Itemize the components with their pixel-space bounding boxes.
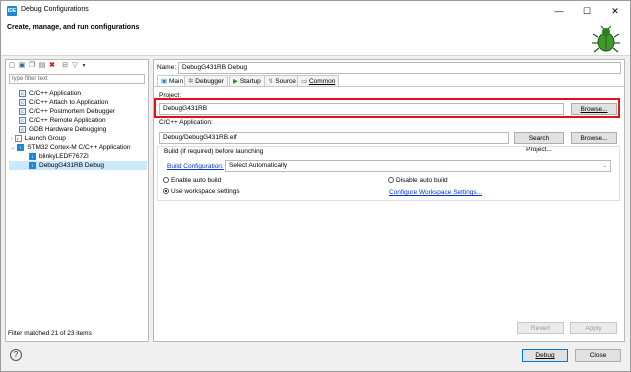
revert-button[interactable]: Revert <box>517 322 564 334</box>
minimize-button[interactable]: — <box>547 2 571 20</box>
close-window-button[interactable]: ✕ <box>603 2 627 20</box>
common-tab-icon: ▭ <box>301 78 308 85</box>
c-config-icon: C <box>19 125 26 133</box>
new-config-icon[interactable]: ▢ <box>8 62 16 70</box>
filter-status: Filter matched 21 of 23 items <box>8 330 92 337</box>
tree-item-label: C/C++ Postmortem Debugger <box>29 108 115 115</box>
name-label: Name: <box>157 64 177 71</box>
apply-button[interactable]: Apply <box>570 322 617 334</box>
tree-item-c-postmortem[interactable]: C C/C++ Postmortem Debugger <box>9 107 147 116</box>
c-config-icon: C <box>19 116 26 124</box>
tab-label: Common <box>308 78 336 85</box>
button-label: Apply <box>585 325 602 332</box>
debug-bug-icon <box>592 25 620 53</box>
radio-label: Disable auto build <box>396 177 448 184</box>
tab-label: Source <box>275 78 296 85</box>
dialog-header: Create, manage, and run configurations <box>1 20 630 56</box>
build-configuration-link[interactable]: Build Configuration: <box>167 163 224 170</box>
tab-divider <box>154 86 624 87</box>
disable-auto-build-option[interactable]: Disable auto build <box>388 177 448 184</box>
tree-item-debugg431rb[interactable]: I DebugG431RB Debug <box>9 161 147 170</box>
configure-workspace-link[interactable]: Configure Workspace Settings... <box>389 189 482 196</box>
use-workspace-option[interactable]: Use workspace settings <box>163 188 240 195</box>
application-field[interactable]: Debug/DebugG431RB.elf <box>159 132 509 144</box>
disable-auto-build-radio[interactable] <box>388 177 394 184</box>
radio-label: Use workspace settings <box>171 188 240 195</box>
tree-item-label: DebugG431RB Debug <box>39 162 105 169</box>
application-label: C/C++ Application: <box>159 119 213 126</box>
use-workspace-radio[interactable] <box>163 188 169 195</box>
chevron-down-icon[interactable]: ⌄ <box>11 145 15 151</box>
c-config-icon: C <box>19 89 26 97</box>
startup-tab-icon: ▶ <box>233 78 238 85</box>
config-tree: C C/C++ Application C C/C++ Attach to Appl… <box>9 89 147 170</box>
c-config-icon: C <box>19 98 26 106</box>
name-field[interactable]: DebugG431RB Debug <box>178 62 621 74</box>
tab-main[interactable]: ▣ Main <box>157 75 188 86</box>
application-browse-button[interactable]: Browse... <box>571 132 617 144</box>
maximize-button[interactable]: ☐ <box>575 2 599 20</box>
tab-label: Main <box>168 78 184 85</box>
build-group-label: Build (if required) before launching <box>164 148 264 155</box>
tree-item-blinky[interactable]: IblinkyLEDF767ZI <box>9 152 147 161</box>
debug-button[interactable]: Debug <box>522 349 568 362</box>
tab-startup[interactable]: ▶ Startup <box>229 75 265 86</box>
launch-group-icon: ▸ <box>14 134 22 142</box>
filter-icon[interactable]: ▽ <box>71 62 79 70</box>
app-icon: IDE <box>7 6 17 16</box>
new-prototype-icon[interactable]: ▣ <box>18 62 26 70</box>
dialog-heading: Create, manage, and run configurations <box>7 24 140 31</box>
tree-item-gdb-hardware[interactable]: C GDB Hardware Debugging <box>9 125 147 134</box>
tree-item-c-attach[interactable]: C C/C++ Attach to Application <box>9 98 147 107</box>
tab-label: Startup <box>239 78 261 85</box>
tree-item-label: blinkyLEDF767ZI <box>39 153 89 160</box>
stm32-ide-icon: I <box>29 152 36 160</box>
tree-item-label: C/C++ Remote Application <box>29 117 106 124</box>
build-configuration-select[interactable]: Select Automatically ⌄ <box>225 160 611 172</box>
enable-auto-build-radio[interactable] <box>163 177 169 184</box>
help-icon[interactable]: ? <box>10 349 22 361</box>
collapse-all-icon[interactable]: ⊟ <box>61 62 69 70</box>
delete-icon[interactable]: ✖ <box>48 62 56 70</box>
tab-common[interactable]: ▭ Common <box>297 75 340 86</box>
tree-item-label: STM32 Cortex-M C/C++ Application <box>27 144 131 151</box>
stm32-ide-icon: I <box>29 161 36 169</box>
search-project-button[interactable]: Search Project... <box>514 132 564 153</box>
project-highlight-box <box>154 98 620 118</box>
tree-item-launch-group[interactable]: › ▸ Launch Group <box>9 134 147 143</box>
tab-source[interactable]: ↯ Source <box>264 75 300 86</box>
chevron-down-icon: ⌄ <box>602 163 607 169</box>
tree-item-label: Launch Group <box>24 135 66 142</box>
source-tab-icon: ↯ <box>268 78 274 85</box>
radio-label: Enable auto build <box>171 177 222 184</box>
stm32-ide-icon: I <box>17 143 25 151</box>
debugger-tab-icon: ✲ <box>188 78 194 85</box>
tree-item-label: C/C++ Application <box>29 90 82 97</box>
tab-label: Debugger <box>195 78 224 85</box>
tree-item-c-remote[interactable]: C C/C++ Remote Application <box>9 116 147 125</box>
dropdown-icon[interactable]: ▼ <box>80 62 88 70</box>
configuration-list-pane: ▢ ▣ ❐ ▤ ✖ ⊟ ▽ ▼ type filter text C C/C++ … <box>5 59 149 342</box>
chevron-right-icon[interactable]: › <box>11 136 13 142</box>
window-title: Debug Configurations <box>21 6 89 13</box>
c-config-icon: C <box>19 107 26 115</box>
tab-debugger[interactable]: ✲ Debugger <box>184 75 228 86</box>
close-button[interactable]: Close <box>575 349 621 362</box>
tree-item-c-app[interactable]: C C/C++ Application <box>9 89 147 98</box>
button-label: Debug <box>535 352 555 359</box>
filter-input[interactable]: type filter text <box>9 74 145 84</box>
tree-item-label: C/C++ Attach to Application <box>29 99 109 106</box>
button-label: Revert <box>530 325 551 332</box>
duplicate-icon[interactable]: ❐ <box>28 62 36 70</box>
main-tab-icon: ▣ <box>161 78 168 85</box>
tree-item-stm32-app[interactable]: ⌄ I STM32 Cortex-M C/C++ Application <box>9 143 147 152</box>
title-bar: IDE Debug Configurations — ☐ ✕ <box>1 1 630 20</box>
build-configuration-value: Select Automatically <box>229 162 288 169</box>
tree-item-label: GDB Hardware Debugging <box>29 126 107 133</box>
enable-auto-build-option[interactable]: Enable auto build <box>163 177 221 184</box>
export-icon[interactable]: ▤ <box>38 62 46 70</box>
